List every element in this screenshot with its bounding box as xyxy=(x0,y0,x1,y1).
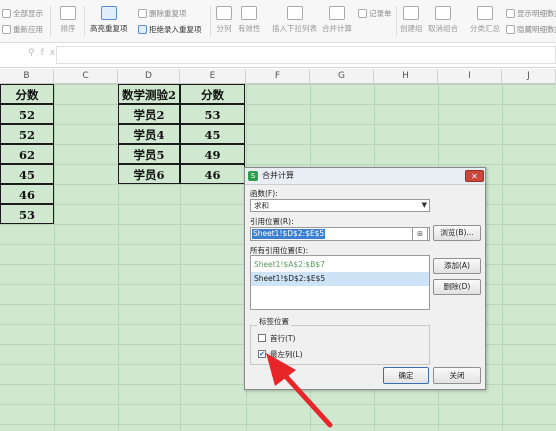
annotation-arrow-icon xyxy=(266,353,333,428)
label-position-title: 标签位置 xyxy=(257,316,291,327)
